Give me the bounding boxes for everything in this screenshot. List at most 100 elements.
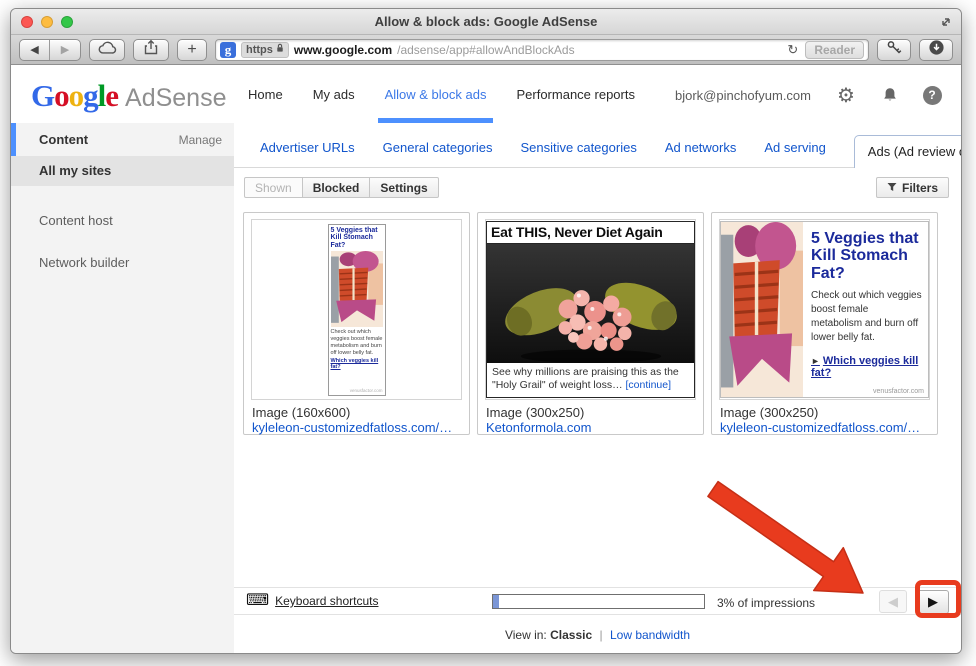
sidebar-item-content-host[interactable]: Content host [11, 213, 234, 228]
blocked-button[interactable]: Blocked [302, 177, 371, 198]
logo-letter: l [98, 78, 106, 114]
ad-format-label: Image (300x250) [719, 405, 930, 420]
ad-display-url-link[interactable]: kyleleon-customizedfatloss.com/… [251, 420, 462, 435]
ad-body-text: Check out which veggies boost female met… [811, 289, 922, 345]
password-manager-button[interactable] [877, 39, 911, 61]
nav-allow-block-ads[interactable]: Allow & block ads [370, 66, 502, 123]
ad-card[interactable]: 5 Veggies that Kill Stomach Fat? Check o… [711, 212, 938, 435]
ad-creative-rectangle: Eat THIS, Never Diet Again See why milli… [486, 221, 695, 398]
back-button[interactable]: ◀ [20, 40, 50, 60]
keyboard-shortcuts-link[interactable]: Keyboard shortcuts [275, 594, 378, 608]
notifications-bell-icon[interactable] [879, 84, 901, 106]
reader-button[interactable]: Reader [805, 41, 864, 59]
shown-button[interactable]: Shown [244, 177, 303, 198]
primary-nav: Home My ads Allow & block ads Performanc… [233, 66, 650, 123]
address-bar[interactable]: g https www.google.com /adsense/app#allo… [215, 39, 869, 61]
url-domain: www.google.com [294, 43, 392, 57]
ad-headline: Eat THIS, Never Diet Again [487, 222, 694, 244]
review-toolbar: Shown Blocked Settings Filters [244, 177, 949, 198]
https-badge: https [241, 42, 289, 58]
history-buttons: ◀ ▶ [19, 39, 81, 61]
view-low-bandwidth-link[interactable]: Low bandwidth [610, 628, 690, 642]
browser-window: Allow & block ads: Google AdSense ◀ ▶ + [10, 8, 962, 654]
filter-funnel-icon [887, 181, 897, 195]
filters-button[interactable]: Filters [876, 177, 949, 198]
impressions-progress-bar [492, 594, 705, 609]
ad-headline: 5 Veggies that Kill Stomach Fat? [331, 227, 383, 250]
ad-display-url-link[interactable]: Ketonformola.com [485, 420, 696, 435]
previous-page-button: ◀ [879, 590, 907, 613]
download-icon [928, 39, 945, 61]
ad-cards: 5 Veggies that Kill Stomach Fat? Check o… [243, 212, 961, 435]
progress-fill [493, 595, 499, 608]
adsense-header: G o o g l e AdSense Home My ads Allow & … [11, 66, 961, 123]
manage-link[interactable]: Manage [179, 133, 222, 147]
keyboard-icon: ⌨ [246, 593, 269, 609]
tab-general-categories[interactable]: General categories [383, 140, 493, 167]
nav-my-ads[interactable]: My ads [298, 66, 370, 123]
pager-bar: ⌨ Keyboard shortcuts 3% of impressions ◀… [234, 587, 961, 615]
nav-home[interactable]: Home [233, 66, 298, 123]
logo-letter: g [83, 78, 98, 114]
ad-card[interactable]: Eat THIS, Never Diet Again See why milli… [477, 212, 704, 435]
ad-format-label: Image (160x600) [251, 405, 462, 420]
ad-cta-link: ►Which veggies kill fat? [811, 355, 922, 379]
title-bar: Allow & block ads: Google AdSense [11, 9, 961, 35]
separator: | [600, 628, 603, 642]
ad-attribution: venusfactor.com [331, 388, 383, 393]
fullscreen-icon[interactable] [939, 15, 953, 29]
tab-ad-serving[interactable]: Ad serving [764, 140, 825, 167]
tab-sensitive-categories[interactable]: Sensitive categories [520, 140, 636, 167]
view-toggle-group: Shown Blocked Settings [244, 177, 439, 198]
ad-creative-rectangle: 5 Veggies that Kill Stomach Fat? Check o… [720, 221, 929, 398]
icloud-tabs-button[interactable] [89, 39, 125, 61]
fruit-image [491, 255, 691, 363]
tab-ad-networks[interactable]: Ad networks [665, 140, 737, 167]
ad-thumbnail: 5 Veggies that Kill Stomach Fat? Check o… [251, 219, 462, 400]
https-label: https [246, 44, 273, 56]
downloads-button[interactable] [919, 39, 953, 61]
ad-display-url-link[interactable]: kyleleon-customizedfatloss.com/… [719, 420, 930, 435]
settings-button[interactable]: Settings [369, 177, 438, 198]
ad-thumbnail: Eat THIS, Never Diet Again See why milli… [485, 219, 696, 400]
view-classic: Classic [550, 628, 592, 642]
cloud-icon [97, 40, 117, 60]
help-icon[interactable]: ? [921, 84, 943, 106]
sidebar-section-label: Content [11, 132, 88, 147]
help-glyph: ? [923, 86, 942, 105]
tabs-row: Advertiser URLs General categories Sensi… [234, 123, 961, 168]
keyboard-shortcuts: ⌨ Keyboard shortcuts [246, 593, 378, 609]
account-email: bjork@pinchofyum.com [675, 88, 811, 103]
page-body: Content Manage All my sites Content host… [11, 123, 961, 653]
fruit-photo [487, 244, 694, 363]
ad-continue-link: [continue] [626, 379, 672, 391]
forward-button[interactable]: ▶ [50, 40, 80, 60]
cta-arrow-icon: ► [811, 356, 820, 366]
torso-image [721, 222, 803, 397]
tab-advertiser-urls[interactable]: Advertiser URLs [260, 140, 355, 167]
ad-body-text: See why millions are praising this as th… [487, 363, 694, 397]
ad-card[interactable]: 5 Veggies that Kill Stomach Fat? Check o… [243, 212, 470, 435]
sidebar-item-network-builder[interactable]: Network builder [11, 255, 234, 270]
ad-body-text: Check out which veggies boost female met… [331, 329, 383, 357]
share-button[interactable] [133, 39, 169, 61]
next-page-button[interactable]: ▶ [917, 590, 949, 614]
filters-label: Filters [902, 181, 938, 195]
view-in-bar: View in: Classic | Low bandwidth [234, 628, 961, 642]
logo-letter: o [54, 78, 69, 114]
screenshot-stage: Allow & block ads: Google AdSense ◀ ▶ + [0, 0, 976, 666]
browser-toolbar: ◀ ▶ + g https [11, 35, 961, 65]
sidebar-section-content: Content Manage [11, 123, 234, 156]
nav-performance-reports[interactable]: Performance reports [501, 66, 650, 123]
tab-ads-ad-review-center[interactable]: Ads (Ad review center) [854, 135, 962, 168]
logo-letter: G [31, 78, 54, 114]
logo-product-name: AdSense [125, 84, 226, 113]
torso-image [331, 251, 383, 327]
logo-letter: e [105, 78, 118, 114]
main-panel: Advertiser URLs General categories Sensi… [234, 123, 961, 653]
reload-icon[interactable]: ↻ [785, 42, 800, 58]
new-tab-button[interactable]: + [177, 39, 207, 61]
google-favicon: g [220, 42, 236, 58]
settings-gear-icon[interactable]: ⚙ [835, 84, 857, 106]
sidebar-item-all-my-sites[interactable]: All my sites [11, 156, 234, 186]
